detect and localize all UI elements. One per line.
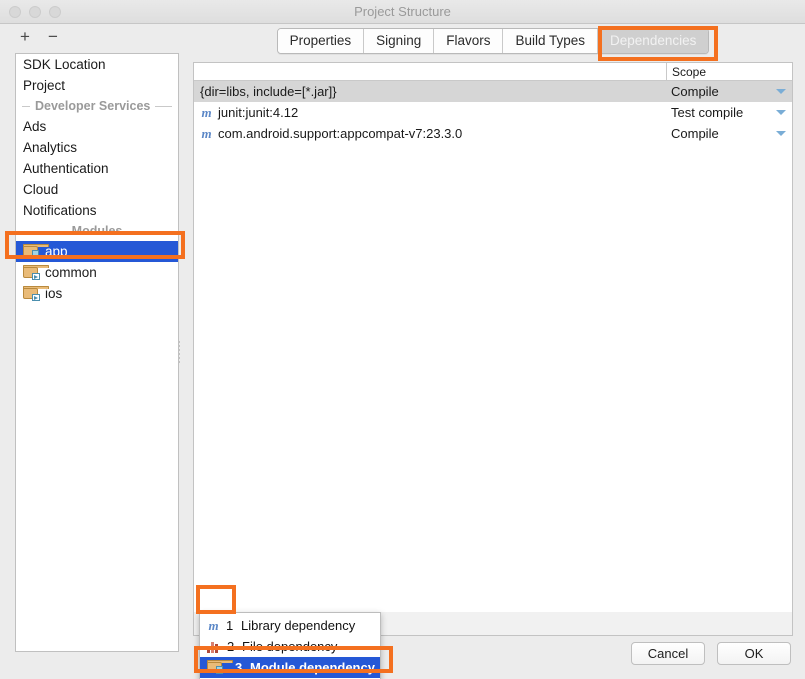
table-header-row: Scope <box>194 63 792 81</box>
scope-value-label: Compile <box>671 126 719 141</box>
sidebar-item-common[interactable]: common <box>16 262 178 283</box>
group-label: Modules <box>71 224 123 238</box>
add-dependency-menu[interactable]: m 1 Library dependency 2 File dependency… <box>199 612 381 679</box>
dialog-body: + − SDK Location Project Developer Servi… <box>0 24 805 679</box>
maven-icon: m <box>201 125 212 141</box>
tab-flavors[interactable]: Flavors <box>434 29 504 53</box>
module-icon <box>23 265 49 280</box>
scope-dropdown[interactable]: Test compile <box>666 102 794 123</box>
dependency-name-cell: {dir=libs, include=[*.jar]} <box>194 84 337 99</box>
group-label: Developer Services <box>35 99 151 113</box>
menu-item-label: File dependency <box>242 639 338 654</box>
sidebar-item-app[interactable]: app <box>16 241 178 262</box>
sidebar-item-project[interactable]: Project <box>16 75 178 96</box>
group-rule-right <box>155 105 172 107</box>
tab-properties[interactable]: Properties <box>277 29 365 53</box>
tab-build-types[interactable]: Build Types <box>503 29 599 53</box>
sidebar-item-label: Analytics <box>23 140 78 155</box>
cancel-button[interactable]: Cancel <box>631 642 705 665</box>
group-rule-left <box>22 230 67 232</box>
column-header-scope: Scope <box>666 63 794 81</box>
menu-item-label: Module dependency <box>250 660 375 675</box>
dialog-button-bar: Cancel OK <box>631 642 791 665</box>
maven-icon: m <box>208 617 219 633</box>
file-icon <box>207 641 221 653</box>
tab-signing[interactable]: Signing <box>364 29 435 53</box>
dependency-name-label: {dir=libs, include=[*.jar]} <box>200 84 337 99</box>
menu-item-file-dependency[interactable]: 2 File dependency <box>200 636 380 657</box>
chevron-down-icon[interactable] <box>776 89 786 94</box>
dependency-name-label: com.android.support:appcompat-v7:23.3.0 <box>218 126 463 141</box>
module-icon <box>207 660 233 674</box>
sidebar-group-developer-services: Developer Services <box>16 96 178 116</box>
sidebar-item-label: SDK Location <box>23 57 106 72</box>
scope-dropdown[interactable]: Compile <box>666 81 794 102</box>
group-rule-right <box>127 230 173 232</box>
chevron-down-icon[interactable] <box>776 131 786 136</box>
menu-item-number: 2 <box>227 639 235 654</box>
window-titlebar: Project Structure <box>0 0 805 24</box>
sidebar-item-label: Project <box>23 78 66 93</box>
scope-value-label: Compile <box>671 84 719 99</box>
sidebar-item-notifications[interactable]: Notifications <box>16 200 178 221</box>
sidebar-item-ads[interactable]: Ads <box>16 116 178 137</box>
scope-value-label: Test compile <box>671 105 744 120</box>
module-icon <box>23 286 49 301</box>
menu-item-library-dependency[interactable]: m 1 Library dependency <box>200 615 380 636</box>
sidebar-item-label: Cloud <box>23 182 59 197</box>
remove-module-button[interactable]: − <box>42 28 64 48</box>
tab-dependencies[interactable]: Dependencies <box>598 29 709 53</box>
sidebar-item-label: common <box>45 265 97 280</box>
sidebar-panel: + − SDK Location Project Developer Servi… <box>0 24 180 656</box>
sidebar-item-label: Authentication <box>23 161 109 176</box>
dependency-name-cell: m com.android.support:appcompat-v7:23.3.… <box>194 126 462 142</box>
chevron-down-icon[interactable] <box>776 110 786 115</box>
sidebar-group-modules: Modules <box>16 221 178 241</box>
ok-button[interactable]: OK <box>717 642 791 665</box>
maven-icon: m <box>201 104 212 120</box>
sidebar-item-ios[interactable]: ios <box>16 283 178 304</box>
menu-item-number: 1 <box>226 618 234 633</box>
sidebar-item-label: Notifications <box>23 203 97 218</box>
tab-group: Properties Signing Flavors Build Types D… <box>276 28 710 54</box>
menu-item-module-dependency[interactable]: 3 Module dependency <box>200 657 380 678</box>
table-row[interactable]: m com.android.support:appcompat-v7:23.3.… <box>194 123 792 144</box>
sidebar-item-authentication[interactable]: Authentication <box>16 158 178 179</box>
window-title: Project Structure <box>354 4 451 19</box>
main-panel: Properties Signing Flavors Build Types D… <box>181 24 805 679</box>
sidebar-item-analytics[interactable]: Analytics <box>16 137 178 158</box>
tab-bar: Properties Signing Flavors Build Types D… <box>181 28 805 58</box>
dependency-name-label: junit:junit:4.12 <box>218 105 299 120</box>
group-rule-left <box>22 105 30 107</box>
sidebar-item-label: Ads <box>23 119 47 134</box>
menu-item-number: 3 <box>235 660 243 675</box>
scope-dropdown[interactable]: Compile <box>666 123 794 144</box>
sidebar-tree[interactable]: SDK Location Project Developer Services … <box>15 53 179 652</box>
menu-item-label: Library dependency <box>241 618 356 633</box>
dependency-name-cell: m junit:junit:4.12 <box>194 105 298 121</box>
sidebar-item-sdk-location[interactable]: SDK Location <box>16 54 178 75</box>
sidebar-toolbar: + − <box>0 24 180 53</box>
dependencies-table: Scope {dir=libs, include=[*.jar]} Compil… <box>193 62 793 622</box>
module-icon <box>23 244 49 258</box>
add-module-button[interactable]: + <box>14 28 36 48</box>
sidebar-item-cloud[interactable]: Cloud <box>16 179 178 200</box>
table-row[interactable]: m junit:junit:4.12 Test compile <box>194 102 792 123</box>
table-row[interactable]: {dir=libs, include=[*.jar]} Compile <box>194 81 792 102</box>
project-structure-dialog: Project Structure + − SDK Location Proje… <box>0 0 805 679</box>
